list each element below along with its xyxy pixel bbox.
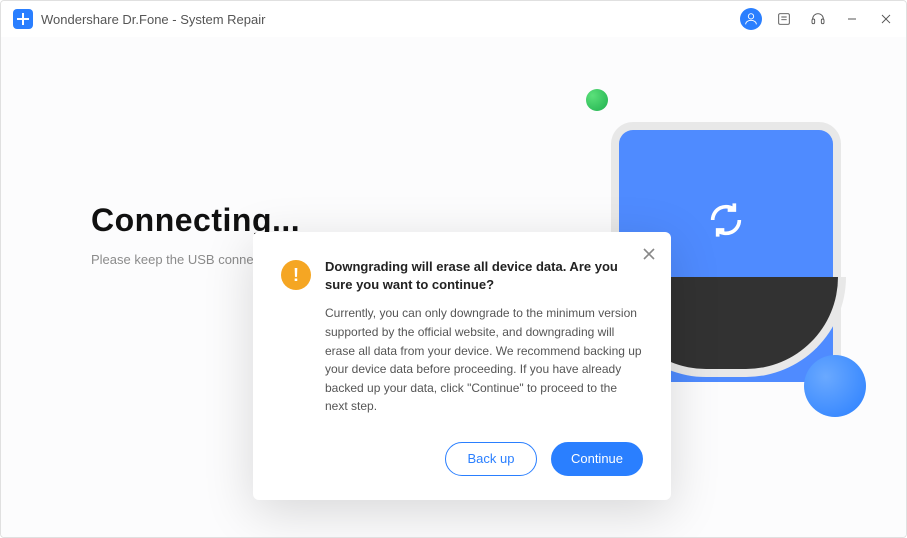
- app-window: Wondershare Dr.Fone - System Repair Conn…: [0, 0, 907, 538]
- app-title: Wondershare Dr.Fone - System Repair: [41, 12, 265, 27]
- decor-green-dot: [586, 89, 608, 111]
- support-icon[interactable]: [806, 7, 830, 31]
- dialog-description: Currently, you can only downgrade to the…: [325, 304, 643, 416]
- app-logo-icon: [13, 9, 33, 29]
- minimize-button[interactable]: [840, 7, 864, 31]
- titlebar-actions: [740, 1, 898, 37]
- close-window-button[interactable]: [874, 7, 898, 31]
- titlebar: Wondershare Dr.Fone - System Repair: [1, 1, 906, 37]
- content-area: Connecting... Please keep the USB connec…: [1, 37, 906, 537]
- sync-icon: [706, 200, 746, 240]
- dialog-title: Downgrading will erase all device data. …: [325, 258, 643, 294]
- downgrade-warning-dialog: ! Downgrading will erase all device data…: [253, 232, 671, 500]
- dialog-close-button[interactable]: [639, 244, 659, 264]
- backup-button[interactable]: Back up: [445, 442, 537, 476]
- feedback-icon[interactable]: [772, 7, 796, 31]
- account-icon[interactable]: [740, 8, 762, 30]
- warning-icon: !: [281, 260, 311, 290]
- continue-button[interactable]: Continue: [551, 442, 643, 476]
- decor-blue-dot: [804, 355, 866, 417]
